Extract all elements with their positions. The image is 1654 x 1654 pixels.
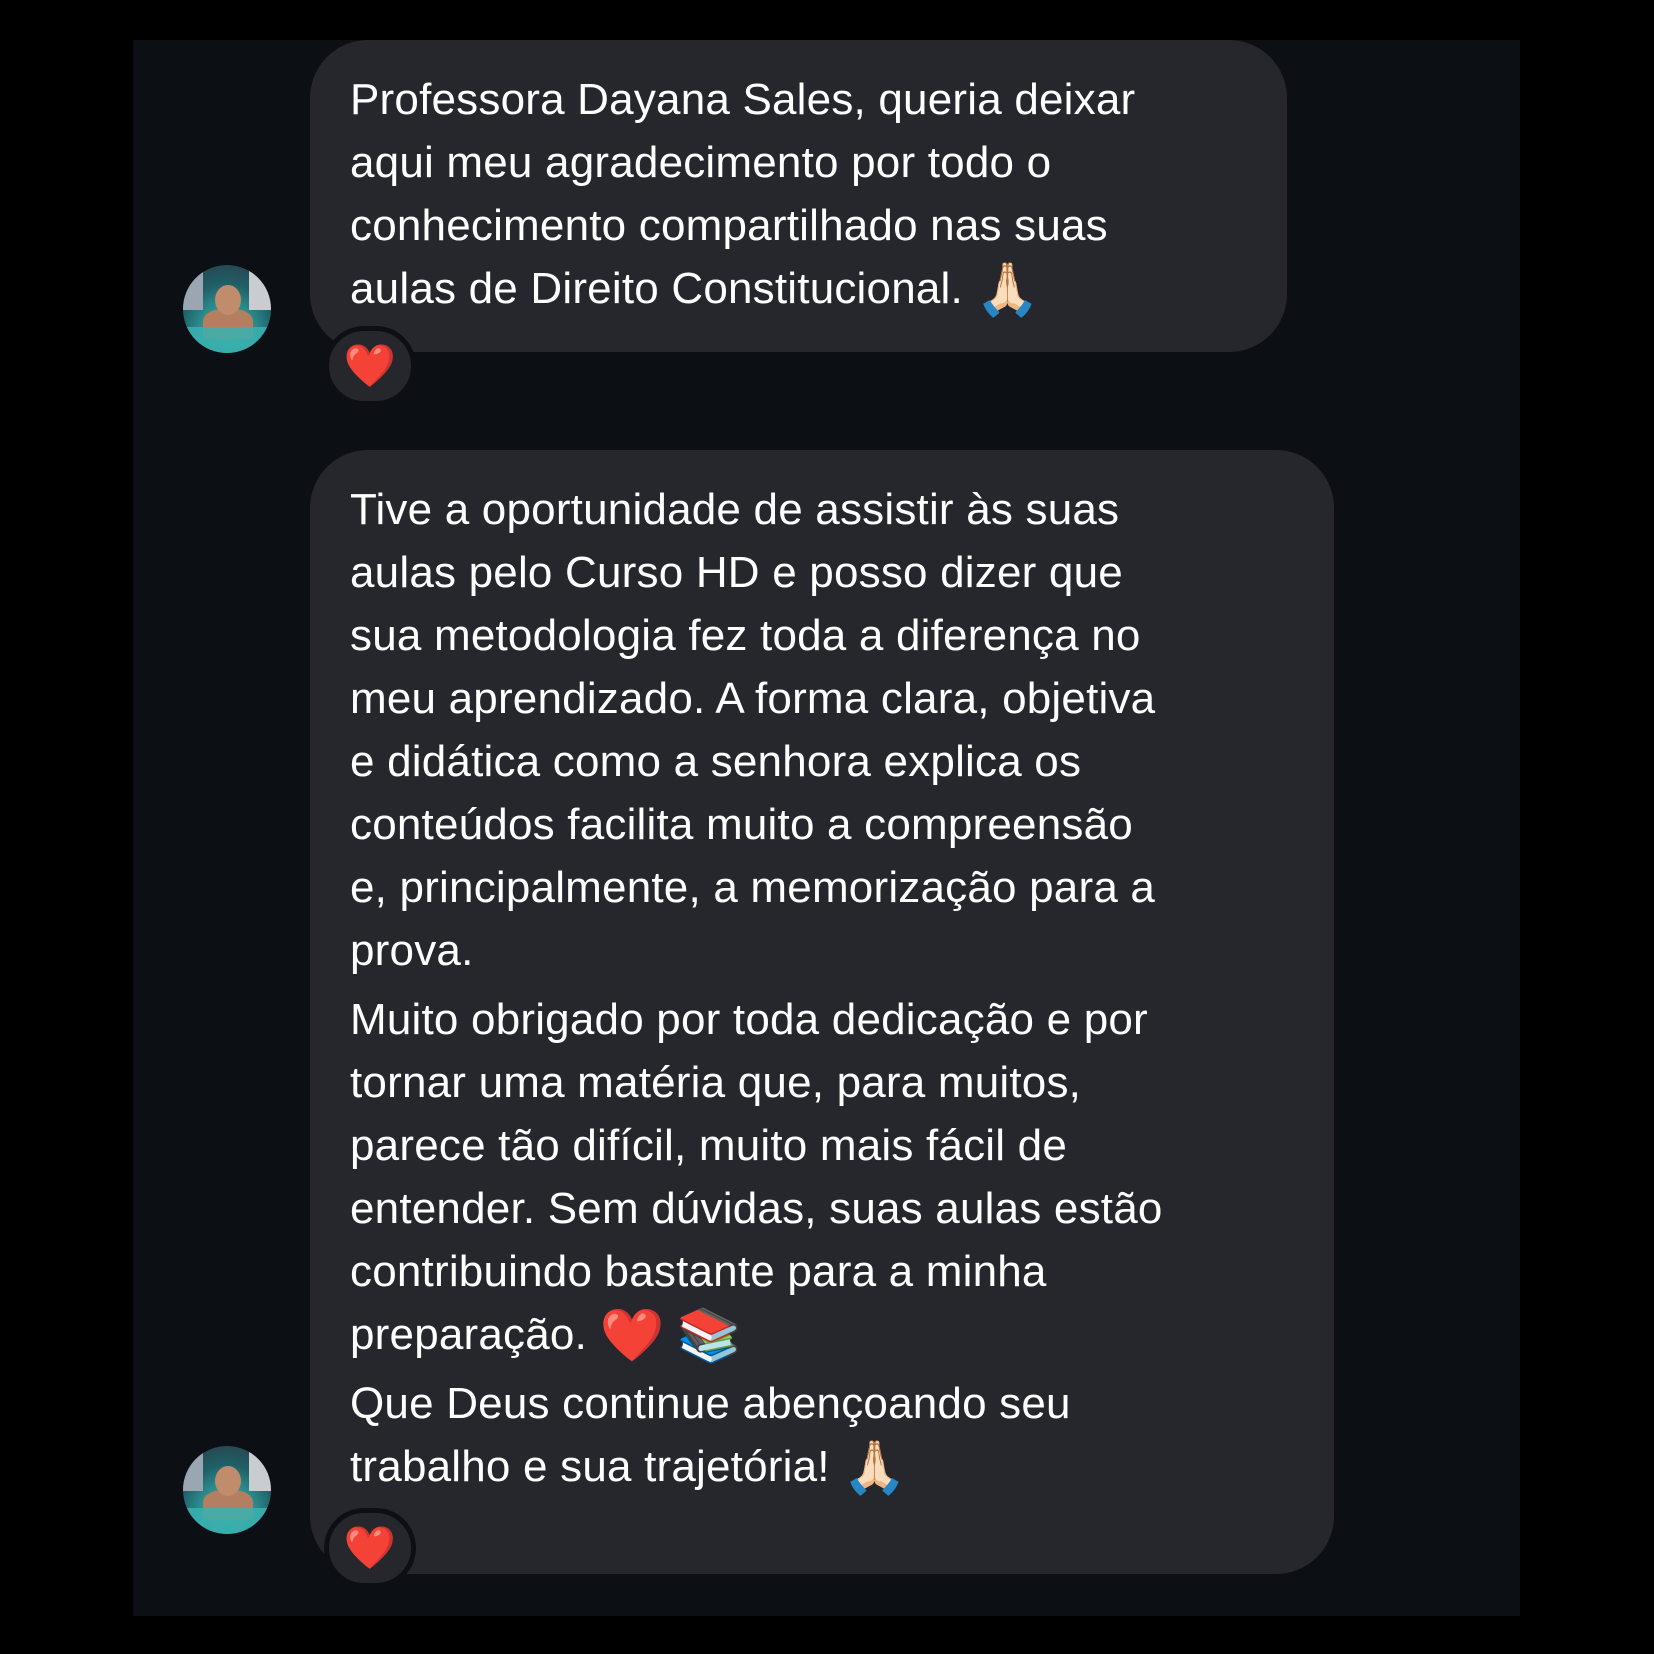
message-line-with-emoji: aulas de Direito Constitucional. 🙏🏻 <box>350 257 1257 320</box>
message-line: e, principalmente, a memorização para a <box>350 863 1156 912</box>
message-line: sua metodologia fez toda a diferença no <box>350 611 1141 660</box>
message-paragraph: Tive a oportunidade de assistir às suas … <box>350 478 1304 982</box>
message-line: aqui meu agradecimento por todo o <box>350 138 1052 187</box>
message-paragraph: Que Deus continue abençoando seu trabalh… <box>350 1372 1304 1498</box>
message-line: Tive a oportunidade de assistir às suas <box>350 485 1120 534</box>
avatar-face <box>215 285 241 315</box>
heart-reaction-icon[interactable]: ❤️ <box>324 326 416 406</box>
avatar-background <box>183 265 203 310</box>
sender-avatar[interactable] <box>183 1446 271 1534</box>
message-line-with-emoji: trabalho e sua trajetória! 🙏🏻 <box>350 1435 1304 1498</box>
message-line: conteúdos facilita muito a compreensão <box>350 800 1133 849</box>
message-line: aulas pelo Curso HD e posso dizer que <box>350 548 1123 597</box>
message-bubble[interactable]: Tive a oportunidade de assistir às suas … <box>310 450 1334 1574</box>
heart-icon: ❤️ <box>343 341 397 390</box>
praying-hands-icon: 🙏🏻 <box>975 260 1041 320</box>
message-line: Muito obrigado por toda dedicação e por <box>350 995 1148 1044</box>
heart-reaction-icon[interactable]: ❤️ <box>324 1508 416 1588</box>
message-line-with-emoji: preparação. ❤️ 📚 <box>350 1303 1304 1366</box>
message-line: Que Deus continue abençoando seu <box>350 1379 1071 1428</box>
message-line-text: preparação. <box>350 1310 588 1359</box>
heart-icon: ❤️ <box>599 1306 665 1366</box>
message-line: conhecimento compartilhado nas suas <box>350 201 1108 250</box>
praying-hands-icon: 🙏🏻 <box>842 1438 908 1498</box>
avatar-background <box>249 265 271 310</box>
message-line: e didática como a senhora explica os <box>350 737 1082 786</box>
message-line: parece tão difícil, muito mais fácil de <box>350 1121 1067 1170</box>
avatar-background <box>183 1446 203 1491</box>
message-line: contribuindo bastante para a minha <box>350 1247 1047 1296</box>
books-icon: 📚 <box>676 1306 742 1366</box>
message-bubble[interactable]: Professora Dayana Sales, queria deixar a… <box>310 40 1287 352</box>
message-paragraph: Professora Dayana Sales, queria deixar a… <box>350 68 1257 320</box>
chat-thread: Professora Dayana Sales, queria deixar a… <box>133 40 1520 1616</box>
message-line: Professora Dayana Sales, queria deixar <box>350 75 1136 124</box>
message-line-text: trabalho e sua trajetória! <box>350 1442 830 1491</box>
message-line: entender. Sem dúvidas, suas aulas estão <box>350 1184 1163 1233</box>
message-line: prova. <box>350 926 474 975</box>
avatar-background <box>249 1446 271 1491</box>
message-line: tornar uma matéria que, para muitos, <box>350 1058 1082 1107</box>
avatar-water <box>183 327 271 353</box>
message-line-text: aulas de Direito Constitucional. <box>350 264 963 313</box>
message-paragraph: Muito obrigado por toda dedicação e por … <box>350 988 1304 1366</box>
heart-icon: ❤️ <box>343 1523 397 1572</box>
sender-avatar[interactable] <box>183 265 271 353</box>
avatar-water <box>183 1508 271 1534</box>
avatar-face <box>215 1466 241 1496</box>
message-line: meu aprendizado. A forma clara, objetiva <box>350 674 1156 723</box>
